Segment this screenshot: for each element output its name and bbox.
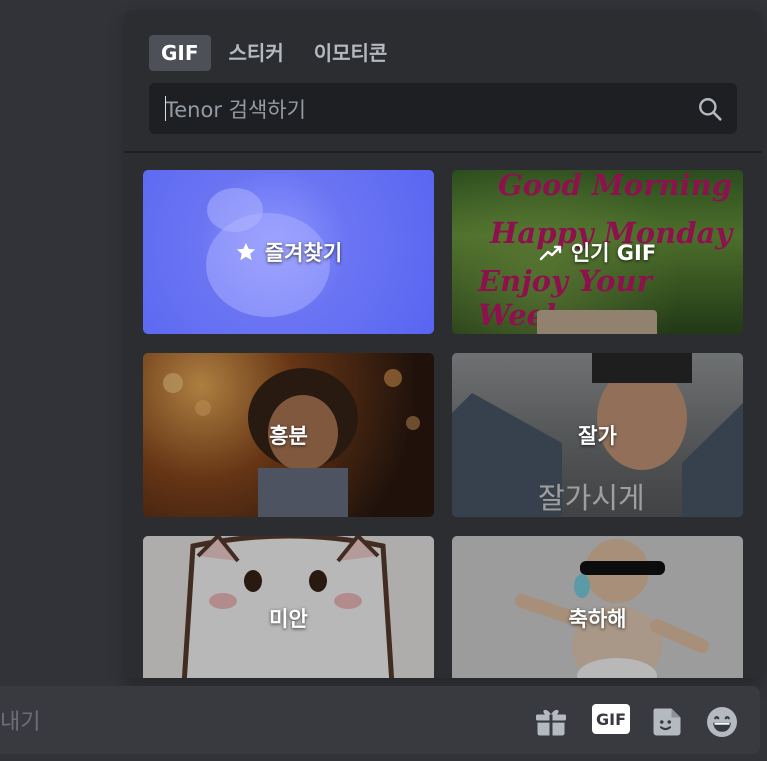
message-placeholder: 내기: [0, 710, 41, 735]
category-trending[interactable]: Good Morning Happy Monday Enjoy Your Wee…: [452, 170, 743, 334]
gif-category-grid: 즐겨찾기 Good Morning Happy Monday Enjoy You…: [143, 170, 743, 678]
picker-tabs: GIF 스티커 이모티콘: [149, 35, 399, 71]
message-input-bar[interactable]: 내기 GIF: [0, 686, 760, 754]
chat-background: [0, 0, 124, 761]
gif-search-box: [149, 83, 737, 136]
goodbye-label: 잘가: [578, 424, 617, 448]
star-icon: [236, 242, 256, 261]
gif-icon[interactable]: GIF: [592, 704, 630, 734]
category-label: 즐겨찾기: [143, 170, 434, 334]
tab-emoji[interactable]: 이모티콘: [302, 35, 400, 71]
gift-icon[interactable]: [533, 704, 569, 740]
sorry-label: 미안: [269, 607, 308, 631]
category-excited[interactable]: 흥분: [143, 353, 434, 517]
category-favorites[interactable]: 즐겨찾기: [143, 170, 434, 334]
category-sorry[interactable]: 미안: [143, 536, 434, 678]
excited-label: 흥분: [269, 424, 308, 448]
category-label: 흥분: [143, 353, 434, 517]
congrats-label: 축하해: [568, 607, 627, 631]
emoji-icon[interactable]: [704, 704, 740, 740]
header-divider: [124, 151, 762, 153]
tab-gif[interactable]: GIF: [149, 35, 211, 71]
category-congrats[interactable]: 축하해: [452, 536, 743, 678]
category-label: 미안: [143, 536, 434, 678]
category-label: 인기 GIF: [452, 170, 743, 334]
category-goodbye[interactable]: 잘가시게 잘가: [452, 353, 743, 517]
search-icon[interactable]: [697, 96, 723, 122]
trending-icon: [539, 245, 562, 261]
category-label: 잘가: [452, 353, 743, 517]
sticker-icon[interactable]: [649, 704, 685, 740]
favorites-label: 즐겨찾기: [264, 241, 343, 265]
gif-picker-popup: GIF 스티커 이모티콘 즐겨찾기: [124, 10, 762, 678]
trending-label: 인기 GIF: [570, 241, 657, 265]
gif-search-input[interactable]: [163, 83, 687, 136]
gif-button-label: GIF: [595, 709, 626, 729]
tab-stickers[interactable]: 스티커: [217, 35, 296, 71]
category-label: 축하해: [452, 536, 743, 678]
text-cursor: [165, 96, 166, 121]
